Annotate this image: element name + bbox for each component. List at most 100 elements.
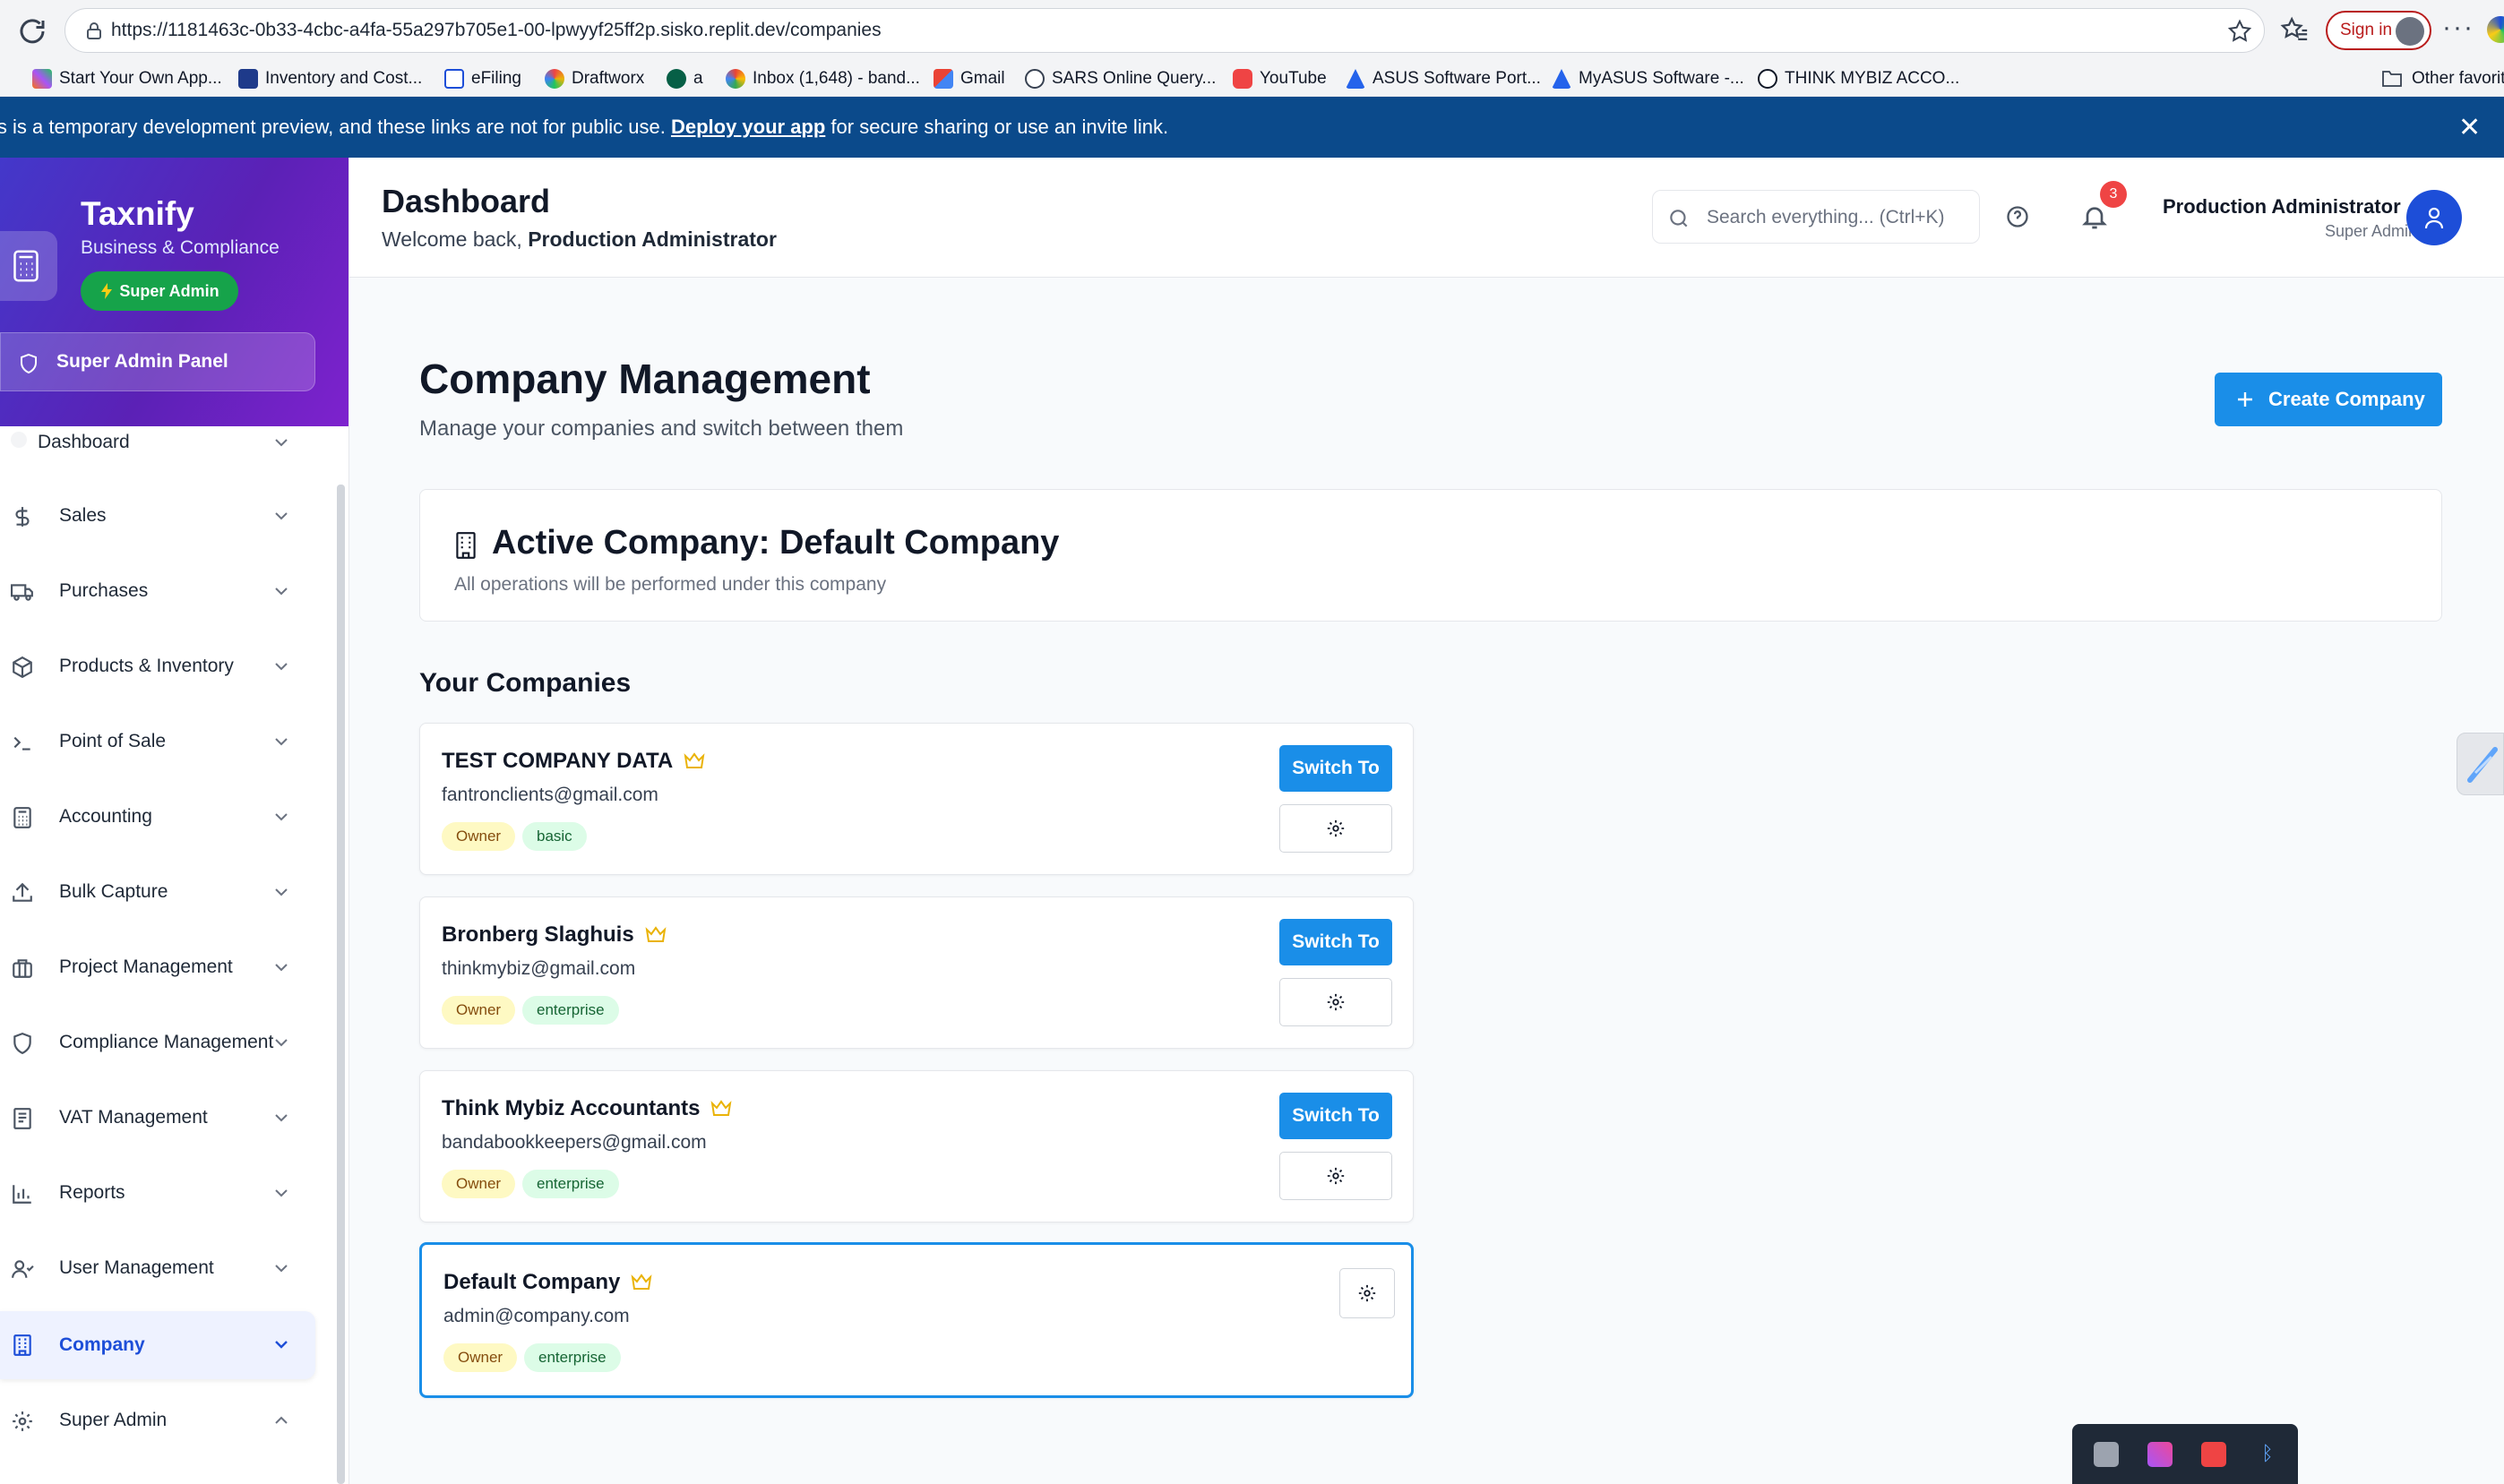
active-company-subtitle: All operations will be performed under t…: [454, 574, 887, 595]
bell-icon[interactable]: [2080, 202, 2109, 231]
active-company-title: Active Company: Default Company: [492, 524, 1060, 562]
sidebar-item-sales[interactable]: Sales: [0, 487, 315, 545]
company-management-subtitle: Manage your companies and switch between…: [419, 416, 904, 441]
site-info-icon[interactable]: [83, 21, 105, 42]
chevron-down-icon: [275, 1341, 288, 1349]
bar-chart-icon: [13, 1185, 31, 1204]
more-menu-icon[interactable]: ···: [2442, 13, 2474, 43]
bookmark-label: Start Your Own App...: [59, 69, 222, 88]
sidebar-item-bulk-capture[interactable]: Bulk Capture: [0, 863, 315, 921]
company-settings-button[interactable]: [1339, 1268, 1395, 1318]
search-placeholder: Search everything... (Ctrl+K): [1707, 207, 1945, 227]
company-settings-button[interactable]: [1279, 804, 1392, 853]
page-title: Dashboard: [382, 183, 551, 219]
globe-icon: [1025, 69, 1045, 89]
app-brand: Taxnify: [81, 195, 194, 232]
sidebar-item-label: Super Admin: [59, 1410, 168, 1430]
sidebar-item-project-management[interactable]: Project Management: [0, 939, 315, 996]
company-name-text: Think Mybiz Accountants: [442, 1096, 701, 1120]
bookmark-item[interactable]: Start Your Own App...: [32, 66, 222, 91]
sidebar-item-label: Dashboard: [38, 432, 130, 452]
welcome-text: Welcome back, Production Administrator: [382, 227, 777, 252]
user-avatar[interactable]: [2406, 190, 2462, 245]
search-input[interactable]: Search everything... (Ctrl+K): [1652, 190, 1980, 244]
company-settings-button[interactable]: [1279, 978, 1392, 1026]
chevron-down-icon: [275, 588, 288, 596]
sidebar-item-user-management[interactable]: User Management: [0, 1240, 315, 1297]
asus-icon: [1346, 69, 1365, 89]
notification-badge: 3: [2100, 181, 2127, 208]
sidebar-item-dashboard[interactable]: Dashboard: [0, 419, 315, 469]
switch-to-button[interactable]: Switch To: [1279, 745, 1392, 792]
switch-to-button[interactable]: Switch To: [1279, 919, 1392, 965]
thinkmybiz-icon: [1758, 69, 1777, 89]
url-text[interactable]: https://1181463c-0b33-4cbc-a4fa-55a297b7…: [111, 20, 882, 41]
gear-icon: [1358, 1284, 1376, 1302]
sidebar-header: Taxnify Business & Compliance Super Admi…: [0, 158, 348, 426]
switch-to-button[interactable]: Switch To: [1279, 1093, 1392, 1139]
calculator-icon: [13, 807, 31, 828]
efiling-icon: [444, 69, 464, 89]
building-icon: [13, 1334, 31, 1356]
company-name-text: Default Company: [443, 1270, 621, 1294]
bluetooth-icon[interactable]: ᛒ: [2255, 1442, 2280, 1467]
sidebar-item-label: Compliance Management: [59, 1032, 274, 1052]
sidebar-item-accounting[interactable]: Accounting: [0, 788, 315, 845]
bookmark-item[interactable]: eFiling: [444, 66, 521, 91]
gear-icon: [13, 1411, 32, 1431]
super-admin-badge-label: Super Admin: [119, 281, 219, 300]
ac-icon: [238, 69, 258, 89]
copilot-icon[interactable]: [2487, 16, 2504, 43]
tray-record-icon[interactable]: [2201, 1442, 2226, 1467]
sidebar-item-compliance-management[interactable]: Compliance Management: [0, 1014, 315, 1071]
sidebar-scrollbar[interactable]: [337, 485, 345, 1484]
floating-side-tab[interactable]: [2457, 733, 2504, 795]
bookmark-item[interactable]: THINK MYBIZ ACCO...: [1758, 66, 1959, 91]
reload-icon[interactable]: [16, 15, 48, 47]
plan-tag: enterprise: [524, 1343, 621, 1372]
bookmark-item[interactable]: ASUS Software Port...: [1346, 66, 1541, 91]
bookmark-item[interactable]: Inventory and Cost...: [238, 66, 422, 91]
sidebar-item-point-of-sale[interactable]: Point of Sale: [0, 713, 315, 770]
company-email: admin@company.com: [443, 1306, 630, 1326]
tray-app-icon[interactable]: [2094, 1442, 2119, 1467]
dollar-icon: [15, 507, 30, 527]
bookmark-item[interactable]: a: [667, 66, 703, 91]
bookmark-item[interactable]: Gmail: [934, 66, 1005, 91]
sidebar-item-products-inventory[interactable]: Products & Inventory: [0, 638, 315, 695]
sidebar-item-label: Project Management: [59, 956, 233, 977]
deploy-link[interactable]: Deploy your app: [671, 116, 825, 138]
sidebar-item-purchases[interactable]: Purchases: [0, 562, 315, 620]
sidebar-item-super-admin[interactable]: Super Admin: [0, 1392, 315, 1449]
help-icon[interactable]: [2005, 204, 2030, 229]
favorite-star-icon[interactable]: [2226, 18, 2253, 45]
a-icon: [667, 69, 686, 89]
bookmark-item[interactable]: Inbox (1,648) - band...: [726, 66, 920, 91]
sidebar-item-reports[interactable]: Reports: [0, 1164, 315, 1222]
tray-pen-icon[interactable]: [2147, 1442, 2173, 1467]
chevron-down-icon: [275, 1039, 288, 1047]
create-company-button[interactable]: Create Company: [2215, 373, 2442, 426]
bookmark-item[interactable]: SARS Online Query...: [1025, 66, 1216, 91]
bookmark-item[interactable]: Draftworx: [545, 66, 644, 91]
address-bar[interactable]: https://1181463c-0b33-4cbc-a4fa-55a297b7…: [65, 8, 2265, 53]
feather-icon: [2467, 747, 2498, 783]
company-settings-button[interactable]: [1279, 1152, 1392, 1200]
bookmark-item[interactable]: YouTube: [1233, 66, 1327, 91]
sidebar-item-company[interactable]: Company: [0, 1311, 315, 1379]
plan-tag: enterprise: [522, 996, 619, 1025]
youtube-icon: [1233, 69, 1252, 89]
upload-icon: [13, 882, 32, 902]
search-icon: [1670, 210, 1688, 227]
close-icon[interactable]: ✕: [2458, 112, 2481, 143]
favorites-icon[interactable]: [2279, 15, 2310, 46]
main-content: Company Management Manage your companies…: [349, 278, 2504, 1484]
sidebar-item-vat-management[interactable]: VAT Management: [0, 1089, 315, 1146]
app-subtitle: Business & Compliance: [81, 237, 280, 258]
bookmark-item[interactable]: MyASUS Software -...: [1552, 66, 1744, 91]
sign-in-button[interactable]: Sign in: [2326, 11, 2431, 50]
other-favorites[interactable]: Other favorit: [2381, 66, 2504, 91]
bookmark-label: MyASUS Software -...: [1579, 69, 1744, 88]
super-admin-panel-button[interactable]: Super Admin Panel: [0, 332, 315, 391]
sidebar-item-label: Company: [59, 1334, 145, 1355]
